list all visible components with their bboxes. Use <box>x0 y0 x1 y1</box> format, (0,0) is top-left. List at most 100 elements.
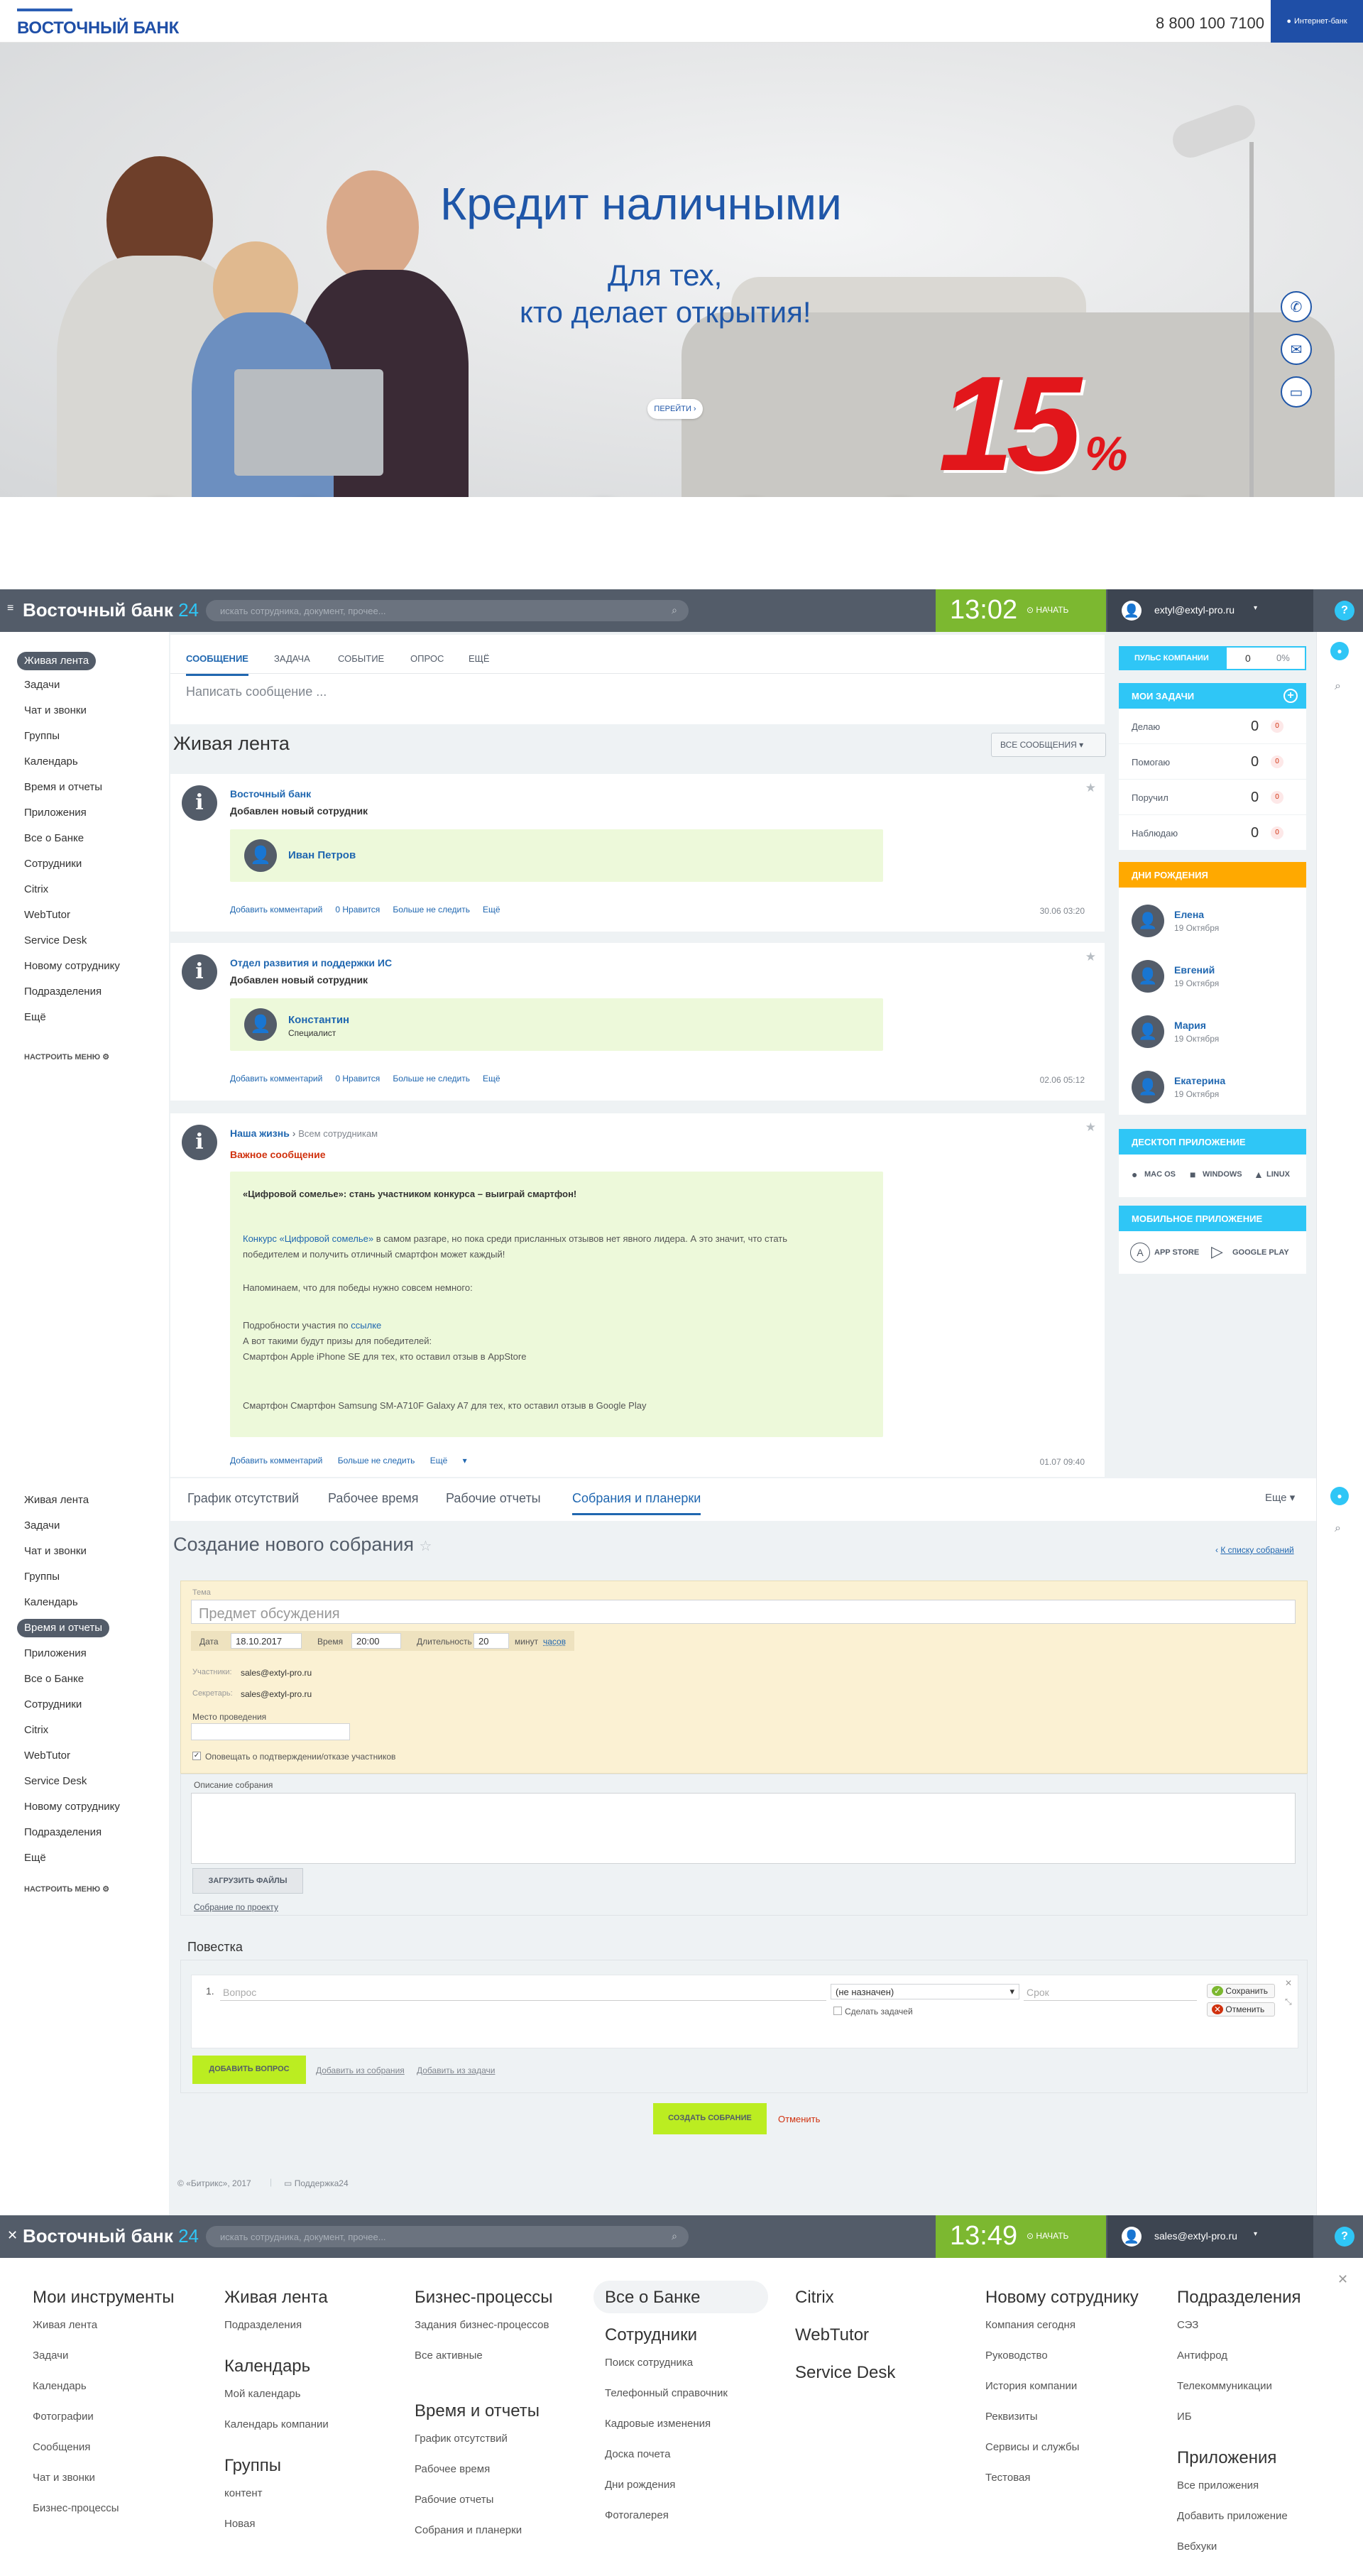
menu-link[interactable]: СЭЗ <box>1177 2319 1198 2331</box>
like-button[interactable]: 0 Нравится <box>335 1074 380 1084</box>
menu-link[interactable]: Телекоммуникации <box>1177 2380 1272 2392</box>
hero-go-button[interactable]: ПЕРЕЙТИ › <box>647 399 703 419</box>
date-input[interactable]: 18.10.2017 <box>231 1633 302 1649</box>
sidebar-item[interactable]: Service Desk <box>24 1775 87 1787</box>
sidebar-item[interactable]: Новому сотруднику <box>24 1801 120 1813</box>
task-row[interactable]: Делаю 0 0 <box>1119 709 1306 744</box>
contest-link[interactable]: Конкурс «Цифровой сомелье» <box>243 1233 373 1244</box>
menu-link[interactable]: История компании <box>985 2380 1077 2392</box>
task-row[interactable]: Помогаю 0 0 <box>1119 744 1306 780</box>
pulse-widget[interactable]: ПУЛЬС КОМПАНИИ 0 0% <box>1119 646 1306 670</box>
menu-link[interactable]: Задачи <box>33 2349 68 2362</box>
sidebar-item[interactable]: Подразделения <box>24 1826 102 1838</box>
chat-icon[interactable]: ▭ <box>1281 376 1312 408</box>
birthday-item[interactable]: 👤 Елена 19 Октября <box>1119 896 1306 946</box>
menu-section-title[interactable]: Приложения <box>1177 2448 1276 2468</box>
cancel-agenda-button[interactable]: ✕ Отменить <box>1207 2002 1275 2016</box>
make-task-checkbox[interactable] <box>833 2007 842 2015</box>
menu-section-title[interactable]: Service Desk <box>795 2363 895 2383</box>
menu-link[interactable]: Добавить приложение <box>1177 2510 1288 2522</box>
help-icon[interactable]: ? <box>1335 601 1354 621</box>
sidebar-item[interactable]: Задачи <box>24 1519 60 1532</box>
menu-section-title[interactable]: Группы <box>224 2456 281 2476</box>
menu-section-title[interactable]: WebTutor <box>795 2325 869 2345</box>
menu-section-title[interactable]: Citrix <box>795 2288 834 2308</box>
add-from-tasks-link[interactable]: Добавить из задачи <box>417 2065 495 2075</box>
menu-link[interactable]: Календарь компании <box>224 2418 329 2430</box>
portal-logo[interactable]: Восточный банк 24 <box>23 599 199 621</box>
tab-more[interactable]: Еще ▾ <box>1265 1491 1295 1504</box>
resize-icon[interactable]: ⤡ <box>1285 1997 1292 2007</box>
portal-logo[interactable]: Восточный банк 24 <box>23 2225 199 2247</box>
post-source[interactable]: Восточный банк <box>230 788 311 799</box>
message-input[interactable]: Написать сообщение ... <box>186 684 327 699</box>
sidebar-item[interactable]: Service Desk <box>24 934 87 946</box>
employee-name[interactable]: Иван Петров <box>288 849 356 861</box>
menu-link[interactable]: Мой календарь <box>224 2388 300 2400</box>
google-play-link[interactable]: GOOGLE PLAY <box>1232 1248 1289 1257</box>
more-link[interactable]: Ещё <box>483 1074 500 1084</box>
cancel-meeting-link[interactable]: Отменить <box>778 2114 820 2124</box>
menu-toggle-icon[interactable]: ≡ <box>7 602 13 615</box>
notify-checkbox[interactable]: ✓ <box>192 1752 201 1760</box>
sidebar-item[interactable]: Чат и звонки <box>24 704 87 716</box>
menu-link[interactable]: Бизнес-процессы <box>33 2502 119 2514</box>
search-input[interactable]: искать сотрудника, документ, прочее... ⌕ <box>206 600 689 621</box>
user-avatar-icon[interactable]: 👤 <box>244 1008 277 1041</box>
configure-menu-link[interactable]: НАСТРОИТЬ МЕНЮ ⚙ <box>24 1052 109 1061</box>
sidebar-item[interactable]: Чат и звонки <box>24 1545 87 1557</box>
menu-link[interactable]: Реквизиты <box>985 2411 1038 2423</box>
birthday-item[interactable]: 👤 Екатерина 19 Октября <box>1119 1062 1306 1112</box>
sidebar-item[interactable]: Все о Банке <box>24 832 84 844</box>
add-comment-link[interactable]: Добавить комментарий <box>230 1074 322 1084</box>
sidebar-item[interactable]: WebTutor <box>24 909 70 921</box>
tab-0[interactable]: СООБЩЕНИЕ <box>186 653 248 676</box>
menu-section-title[interactable]: Время и отчеты <box>415 2401 540 2421</box>
tab-1[interactable]: ЗАДАЧА <box>274 653 310 664</box>
menu-section-title[interactable]: Новому сотруднику <box>985 2288 1139 2308</box>
menu-link[interactable]: Все приложения <box>1177 2479 1259 2492</box>
tab-4[interactable]: ЕЩЁ <box>469 653 490 664</box>
menu-section-title[interactable]: Живая лента <box>224 2288 328 2308</box>
birthday-item[interactable]: 👤 Евгений 19 Октября <box>1119 951 1306 1001</box>
employee-name[interactable]: Константин <box>288 1014 349 1026</box>
menu-link[interactable]: Новая <box>224 2518 255 2530</box>
menu-link[interactable]: Рабочее время <box>415 2463 490 2475</box>
sidebar-item[interactable]: Календарь <box>24 1596 78 1608</box>
mail-icon[interactable]: ✉ <box>1281 334 1312 365</box>
menu-link[interactable]: Вебхуки <box>1177 2540 1217 2553</box>
post-source[interactable]: Наша жизнь › Всем сотрудникам <box>230 1128 378 1139</box>
sidebar-item-time-reports[interactable]: Время и отчеты <box>17 1619 110 1637</box>
menu-link[interactable]: контент <box>224 2487 263 2499</box>
menu-section-title[interactable]: Бизнес-процессы <box>415 2288 553 2308</box>
like-button[interactable]: 0 Нравится <box>335 905 380 915</box>
place-input[interactable] <box>191 1723 350 1740</box>
task-row[interactable]: Поручил 0 0 <box>1119 780 1306 815</box>
question-input[interactable]: Вопрос <box>220 1984 826 2001</box>
menu-link[interactable]: Подразделения <box>224 2319 302 2331</box>
star-icon[interactable]: ★ <box>1085 781 1096 795</box>
project-meeting-link[interactable]: Собрание по проекту <box>194 1902 278 1912</box>
more-link[interactable]: Ещё <box>483 905 500 915</box>
sidebar-item-live-feed[interactable]: Живая лента <box>17 652 97 670</box>
search-icon[interactable]: ⌕ <box>672 2230 677 2242</box>
time-input[interactable]: 20:00 <box>351 1633 401 1649</box>
menu-link[interactable]: Руководство <box>985 2349 1048 2362</box>
create-meeting-button[interactable]: СОЗДАТЬ СОБРАНИЕ <box>653 2103 767 2134</box>
tab-2[interactable]: СОБЫТИЕ <box>338 653 384 664</box>
help-icon[interactable]: ? <box>1335 2227 1354 2247</box>
menu-link[interactable]: Антифрод <box>1177 2349 1227 2362</box>
sidebar-item[interactable]: Живая лента <box>24 1494 89 1506</box>
menu-link[interactable]: График отсутствий <box>415 2433 508 2445</box>
support-link[interactable]: ▭ Поддержка24 <box>284 2178 349 2188</box>
tab-absence[interactable]: График отсутствий <box>187 1491 299 1506</box>
close-icon[interactable]: ✕ <box>1285 1978 1292 1988</box>
windows-link[interactable]: WINDOWS <box>1203 1170 1242 1179</box>
workday-clock[interactable]: 13:02 ⊙ НАЧАТЬ <box>936 589 1106 632</box>
sidebar-item[interactable]: Приложения <box>24 807 87 819</box>
sidebar-item[interactable]: Новому сотруднику <box>24 960 120 972</box>
sidebar-item[interactable]: Citrix <box>24 1724 48 1736</box>
add-comment-link[interactable]: Добавить комментарий <box>230 1456 322 1466</box>
menu-section-title[interactable]: Все о Банке <box>605 2288 701 2308</box>
birthday-item[interactable]: 👤 Мария 19 Октября <box>1119 1007 1306 1057</box>
